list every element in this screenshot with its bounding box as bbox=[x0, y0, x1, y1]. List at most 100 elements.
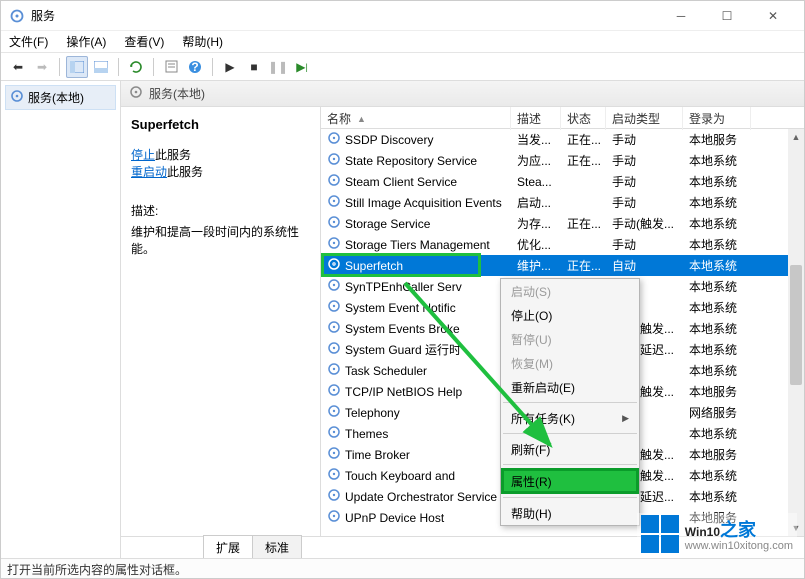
scrollbar[interactable]: ▲ ▼ bbox=[788, 129, 804, 536]
context-item[interactable]: 停止(O) bbox=[501, 303, 639, 327]
context-item[interactable]: 重新启动(E) bbox=[501, 375, 639, 399]
cell-desc: 维护... bbox=[511, 257, 561, 274]
gear-icon bbox=[327, 467, 341, 484]
stop-service-button[interactable]: ■ bbox=[243, 56, 265, 78]
refresh-button[interactable] bbox=[125, 56, 147, 78]
separator bbox=[212, 58, 213, 76]
gear-icon bbox=[327, 278, 341, 295]
cell-status: 正在... bbox=[561, 257, 606, 274]
tab-standard[interactable]: 标准 bbox=[252, 535, 302, 558]
stop-link[interactable]: 停止 bbox=[131, 148, 155, 162]
cell-desc: 优化... bbox=[511, 236, 561, 253]
cell-start: 手动 bbox=[606, 152, 683, 169]
service-row[interactable]: Still Image Acquisition Events启动...手动本地系… bbox=[321, 192, 804, 213]
column-startup[interactable]: 启动类型 bbox=[606, 107, 683, 130]
cell-name: Still Image Acquisition Events bbox=[345, 196, 502, 210]
gear-icon bbox=[327, 383, 341, 400]
gear-icon bbox=[327, 509, 341, 526]
titlebar: 服务 ─ ☐ ✕ bbox=[1, 1, 804, 31]
menu-view[interactable]: 查看(V) bbox=[122, 31, 166, 52]
cell-name: Storage Tiers Management bbox=[345, 238, 490, 252]
stop-link-line: 停止此服务 bbox=[131, 146, 310, 163]
forward-button[interactable]: ➡ bbox=[31, 56, 53, 78]
cell-name: Superfetch bbox=[345, 259, 403, 273]
cell-status: 正在... bbox=[561, 215, 606, 232]
column-login[interactable]: 登录为 bbox=[683, 107, 751, 130]
pause-service-button[interactable]: ❚❚ bbox=[267, 56, 289, 78]
properties-button[interactable] bbox=[160, 56, 182, 78]
context-item[interactable]: 刷新(F) bbox=[501, 437, 639, 461]
cell-start: 手动 bbox=[606, 131, 683, 148]
gear-icon bbox=[327, 446, 341, 463]
description-text: 维护和提高一段时间内的系统性能。 bbox=[131, 223, 310, 257]
gear-icon bbox=[327, 341, 341, 358]
restart-service-button[interactable]: ▶| bbox=[291, 56, 313, 78]
window-controls: ─ ☐ ✕ bbox=[666, 5, 788, 27]
detail-pane: Superfetch 停止此服务 重启动此服务 描述: 维护和提高一段时间内的系… bbox=[121, 107, 321, 536]
gear-icon bbox=[327, 152, 341, 169]
show-hide-tree-button[interactable] bbox=[66, 56, 88, 78]
gear-icon bbox=[129, 85, 143, 102]
cell-start: 手动 bbox=[606, 194, 683, 211]
context-item[interactable]: 帮助(H) bbox=[501, 501, 639, 525]
menu-action[interactable]: 操作(A) bbox=[64, 31, 108, 52]
service-row[interactable]: Steam Client ServiceStea...手动本地系统 bbox=[321, 171, 804, 192]
tree-item-services-local[interactable]: 服务(本地) bbox=[5, 85, 116, 110]
cell-login: 本地系统 bbox=[683, 362, 751, 379]
main-header-title: 服务(本地) bbox=[149, 85, 205, 102]
cell-start: 手动(触发... bbox=[606, 215, 683, 232]
start-service-button[interactable]: ▶ bbox=[219, 56, 241, 78]
context-separator bbox=[503, 402, 637, 403]
cell-name: SynTPEnhCaller Serv bbox=[345, 280, 462, 294]
minimize-button[interactable]: ─ bbox=[666, 5, 696, 27]
gear-icon bbox=[327, 194, 341, 211]
service-row[interactable]: State Repository Service为应...正在...手动本地系统 bbox=[321, 150, 804, 171]
cell-login: 本地系统 bbox=[683, 341, 751, 358]
context-item[interactable]: 所有任务(K) bbox=[501, 406, 639, 430]
service-row[interactable]: SSDP Discovery当发...正在...手动本地服务 bbox=[321, 129, 804, 150]
service-name: Superfetch bbox=[131, 117, 310, 132]
list-header: 名称▲ 描述 状态 启动类型 登录为 bbox=[321, 107, 804, 129]
maximize-button[interactable]: ☐ bbox=[712, 5, 742, 27]
column-name[interactable]: 名称▲ bbox=[321, 107, 511, 130]
cell-name: Steam Client Service bbox=[345, 175, 457, 189]
column-status[interactable]: 状态 bbox=[561, 107, 606, 130]
main-pane: 服务(本地) Superfetch 停止此服务 重启动此服务 描述: 维护和提高… bbox=[121, 81, 804, 558]
restart-link-line: 重启动此服务 bbox=[131, 163, 310, 180]
cell-name: System Event Notific bbox=[345, 301, 456, 315]
watermark: Win10之家 www.win10xitong.com bbox=[637, 513, 797, 555]
service-row[interactable]: Storage Tiers Management优化...手动本地系统 bbox=[321, 234, 804, 255]
sort-arrow-icon: ▲ bbox=[357, 114, 366, 124]
gear-icon bbox=[327, 362, 341, 379]
separator bbox=[118, 58, 119, 76]
menu-file[interactable]: 文件(F) bbox=[7, 31, 50, 52]
scroll-thumb[interactable] bbox=[790, 265, 802, 385]
context-separator bbox=[503, 433, 637, 434]
tab-extended[interactable]: 扩展 bbox=[203, 535, 253, 558]
service-row[interactable]: Superfetch维护...正在...自动本地系统 bbox=[321, 255, 804, 276]
close-button[interactable]: ✕ bbox=[758, 5, 788, 27]
restart-link[interactable]: 重启动 bbox=[131, 165, 167, 179]
gear-icon bbox=[327, 404, 341, 421]
export-button[interactable] bbox=[90, 56, 112, 78]
context-separator bbox=[503, 497, 637, 498]
status-bar: 打开当前所选内容的属性对话框。 bbox=[1, 558, 804, 578]
context-item: 恢复(M) bbox=[501, 351, 639, 375]
gear-icon bbox=[327, 215, 341, 232]
gear-icon bbox=[327, 257, 341, 274]
cell-login: 本地系统 bbox=[683, 278, 751, 295]
cell-name: State Repository Service bbox=[345, 154, 477, 168]
column-description[interactable]: 描述 bbox=[511, 107, 561, 130]
menu-help[interactable]: 帮助(H) bbox=[180, 31, 225, 52]
cell-desc: 为应... bbox=[511, 152, 561, 169]
back-button[interactable]: ⬅ bbox=[7, 56, 29, 78]
help-button[interactable]: ? bbox=[184, 56, 206, 78]
cell-login: 本地系统 bbox=[683, 299, 751, 316]
cell-desc: 当发... bbox=[511, 131, 561, 148]
scroll-up-icon[interactable]: ▲ bbox=[788, 129, 804, 145]
context-item[interactable]: 属性(R) bbox=[501, 468, 639, 494]
menubar: 文件(F) 操作(A) 查看(V) 帮助(H) bbox=[1, 31, 804, 53]
service-row[interactable]: Storage Service为存...正在...手动(触发...本地系统 bbox=[321, 213, 804, 234]
cell-login: 本地系统 bbox=[683, 467, 751, 484]
main-body: Superfetch 停止此服务 重启动此服务 描述: 维护和提高一段时间内的系… bbox=[121, 107, 804, 536]
